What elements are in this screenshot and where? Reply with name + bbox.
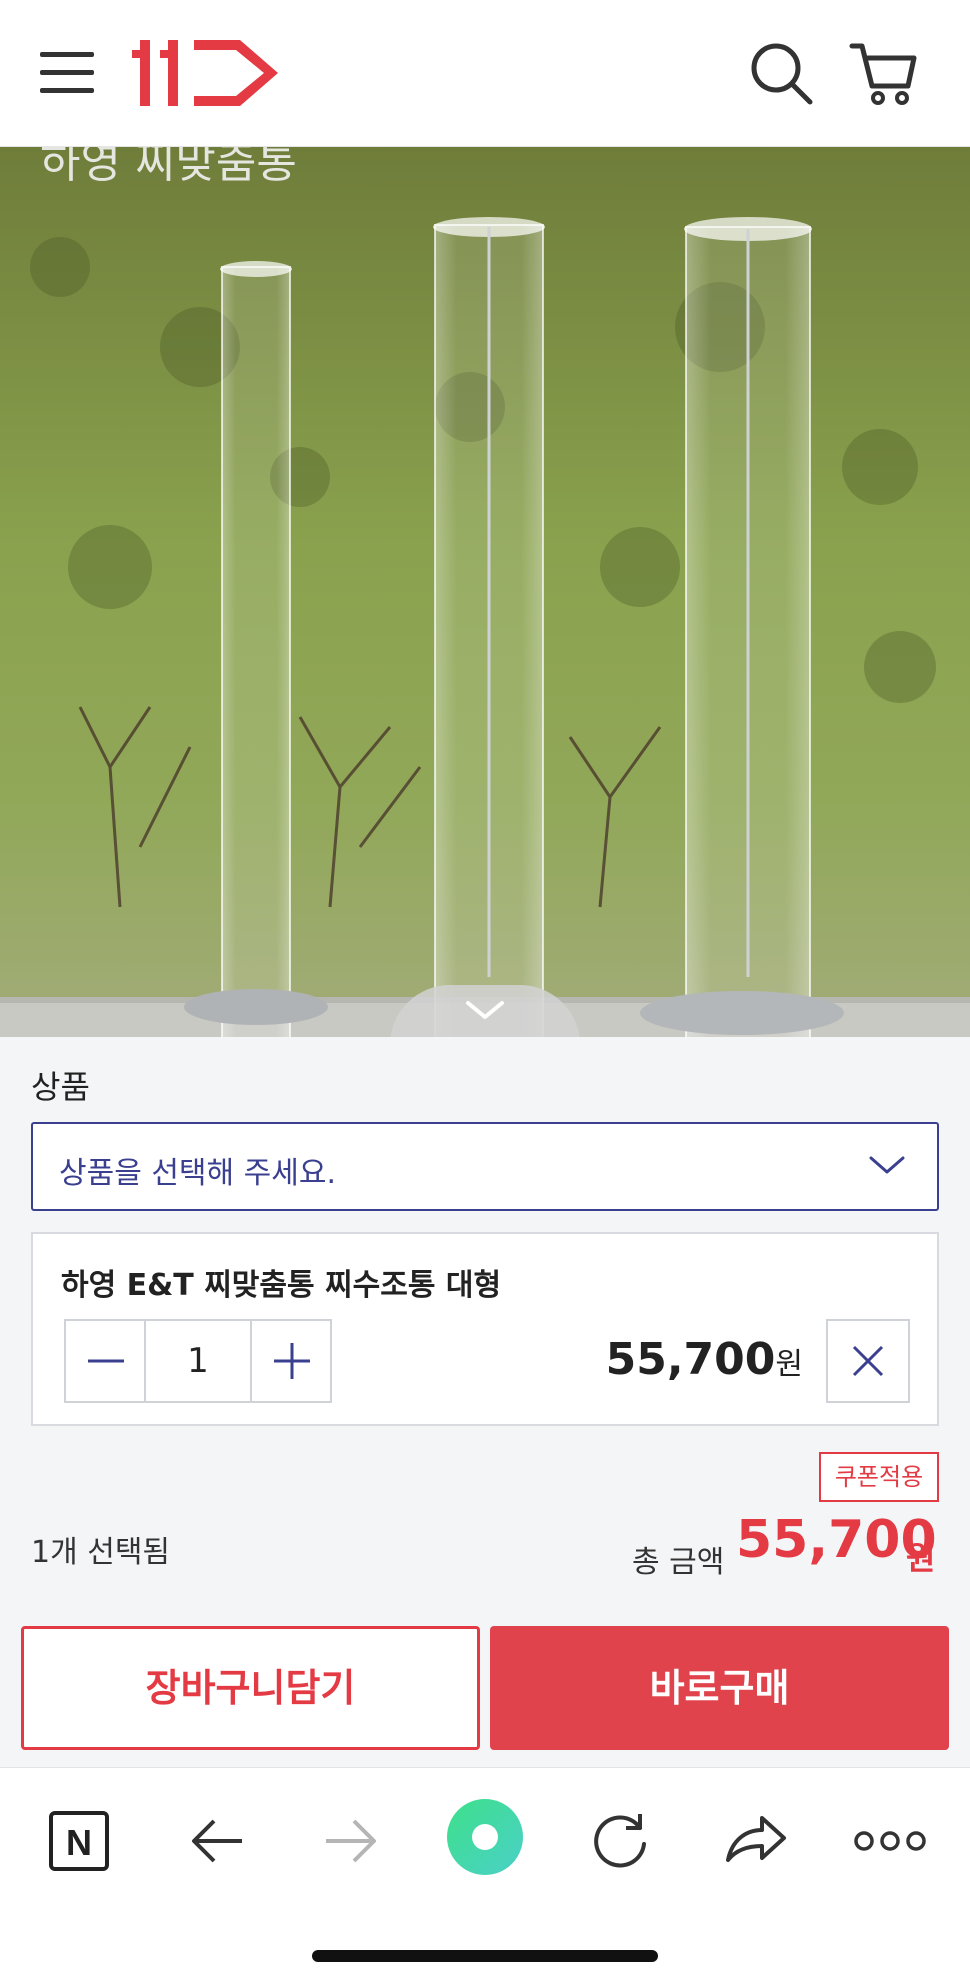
plus-icon xyxy=(274,1343,310,1379)
naver-home-button[interactable]: N xyxy=(48,1810,110,1872)
more-dots-icon xyxy=(854,1831,926,1851)
item-name: 하영 E&T 찌맞춤통 찌수조통 대형 xyxy=(61,1268,502,1303)
image-caption: 하영 찌맞춤통 xyxy=(40,147,297,188)
hamburger-menu-icon[interactable] xyxy=(40,50,94,96)
buy-now-button[interactable]: 바로구매 xyxy=(490,1626,949,1750)
more-options-button[interactable] xyxy=(854,1826,926,1856)
collapse-image-button[interactable] xyxy=(390,985,580,1045)
close-icon xyxy=(852,1345,884,1377)
product-image: 하영 찌맞춤통 xyxy=(0,147,970,1040)
select-placeholder: 상품을 선택해 주세요. xyxy=(59,1156,337,1191)
back-button[interactable] xyxy=(186,1810,248,1872)
remove-item-button[interactable] xyxy=(826,1319,910,1403)
item-price-value: 55,700 xyxy=(605,1334,776,1385)
item-price-unit: 원 xyxy=(775,1347,803,1382)
total-label: 총 금액 xyxy=(632,1545,725,1580)
cart-icon[interactable] xyxy=(848,38,918,108)
section-label: 상품 xyxy=(31,1068,90,1106)
apply-coupon-button[interactable]: 쿠폰적용 xyxy=(819,1452,939,1502)
minus-icon xyxy=(88,1359,124,1363)
product-tubes xyxy=(184,217,844,1040)
quantity-stepper: 1 xyxy=(64,1319,332,1403)
search-icon[interactable] xyxy=(748,40,814,106)
chevron-down-icon xyxy=(466,1001,504,1019)
app-header xyxy=(0,0,970,147)
selected-item-card: 하영 E&T 찌맞춤통 찌수조통 대형 1 55,700원 xyxy=(31,1232,939,1426)
arrow-left-icon xyxy=(192,1819,242,1863)
product-select[interactable]: 상품을 선택해 주세요. xyxy=(31,1122,939,1211)
naver-n-label: N xyxy=(66,1822,92,1863)
brand-logo[interactable] xyxy=(132,38,282,108)
arrow-right-icon xyxy=(326,1819,376,1863)
green-dot-icon xyxy=(447,1799,523,1875)
refresh-icon xyxy=(594,1814,646,1868)
home-indicator xyxy=(312,1950,658,1962)
increase-quantity-button[interactable] xyxy=(250,1321,330,1401)
share-button[interactable] xyxy=(722,1808,790,1872)
forward-button[interactable] xyxy=(320,1810,382,1872)
naver-n-icon: N xyxy=(49,1811,109,1871)
chevron-down-icon xyxy=(869,1156,905,1174)
refresh-button[interactable] xyxy=(588,1808,652,1872)
selected-count: 1개 선택됨 xyxy=(31,1535,171,1570)
add-to-cart-button[interactable]: 장바구니담기 xyxy=(21,1626,480,1750)
decrease-quantity-button[interactable] xyxy=(66,1321,146,1401)
item-price: 55,700원 xyxy=(606,1334,803,1385)
share-icon xyxy=(726,1816,786,1862)
total-price-unit: 원 xyxy=(906,1539,936,1577)
naver-green-dot-button[interactable] xyxy=(446,1798,524,1876)
quantity-value[interactable]: 1 xyxy=(146,1321,250,1401)
